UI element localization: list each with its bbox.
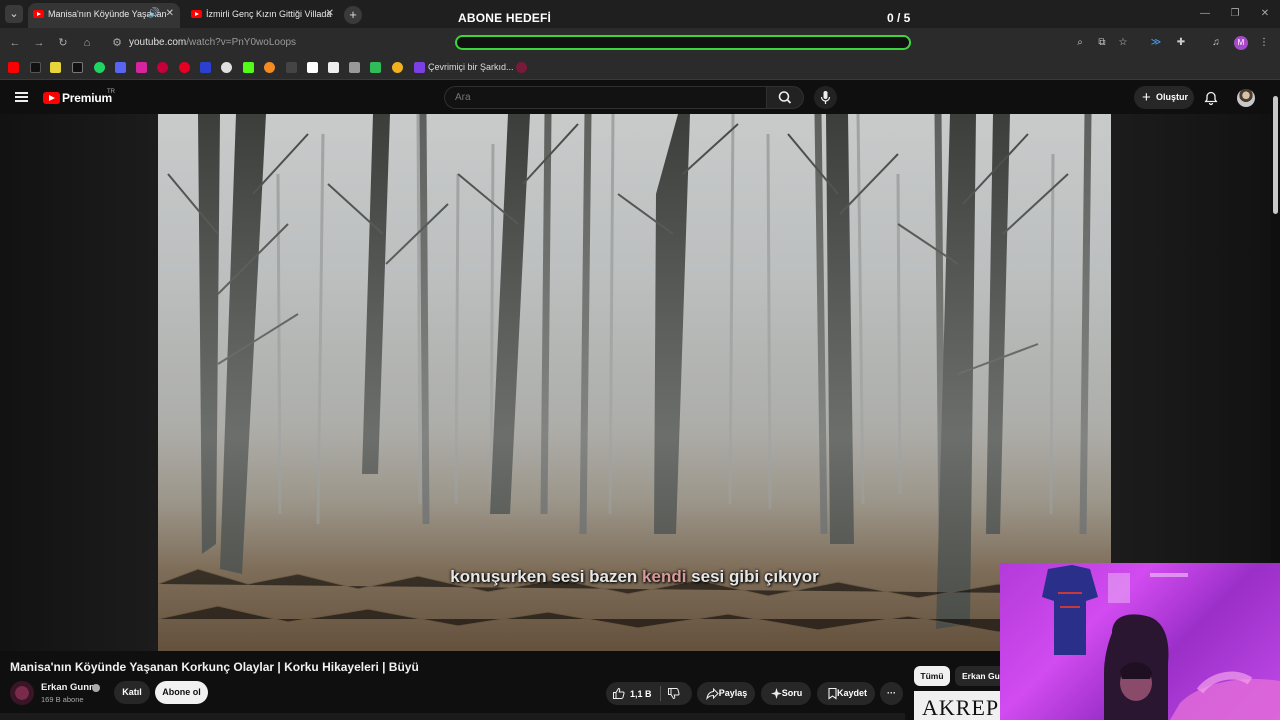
voice-search-button[interactable] [814, 86, 837, 109]
ambient-left [0, 114, 158, 651]
bookmark-kick-icon[interactable] [243, 62, 254, 73]
join-button[interactable]: Katıl [114, 681, 150, 704]
create-button[interactable]: Oluştur [1134, 86, 1194, 109]
bookmark-orange-icon[interactable] [264, 62, 275, 73]
save-icon [828, 687, 837, 700]
search-button[interactable] [766, 86, 804, 109]
bookmark-youtube-icon[interactable] [8, 62, 19, 73]
bookmark-blue-icon[interactable] [200, 62, 211, 73]
back-icon[interactable]: ← [8, 36, 22, 50]
subscriber-count: 169 B abone [41, 695, 84, 704]
like-divider [660, 686, 661, 701]
speaker-icon[interactable]: 🔊 [148, 3, 160, 25]
youtube-favicon-icon [191, 10, 202, 18]
ask-button[interactable]: Soru [761, 682, 811, 705]
tab-title: İzmirli Genç Kızın Gittiği Villada [206, 9, 332, 19]
bookmark-red-icon[interactable] [157, 62, 168, 73]
bookmark-spotify-icon[interactable] [94, 62, 105, 73]
video-subtitle: konuşurken sesi bazen kendi sesi gibi çı… [158, 567, 1111, 587]
video-player[interactable]: konuşurken sesi bazen kendi sesi gibi çı… [158, 114, 1111, 651]
channel-name[interactable]: Erkan Gunn [41, 682, 95, 693]
subtitle-part-2: sesi gibi çıkıyor [686, 567, 819, 586]
bookmark-discord-icon[interactable] [115, 62, 126, 73]
close-tab-icon[interactable]: ✕ [166, 3, 174, 25]
video-title: Manisa'nın Köyünde Yaşanan Korkunç Olayl… [10, 660, 419, 674]
more-actions-button[interactable]: ··· [880, 682, 903, 705]
scrollbar-thumb[interactable] [1273, 96, 1278, 214]
zoom-icon[interactable]: ⌕ [1074, 37, 1086, 49]
share-label: Paylaş [718, 688, 748, 698]
search-icon [778, 91, 792, 104]
bookmark-grey-icon[interactable] [349, 62, 360, 73]
youtube-region-code: TR [107, 89, 115, 95]
reload-icon[interactable]: ↻ [56, 36, 70, 50]
like-count: 1,1 B [630, 689, 652, 699]
tab-izmirli[interactable]: İzmirli Genç Kızın Gittiği Villada ✕ [186, 3, 340, 28]
youtube-logo-icon[interactable] [43, 92, 60, 104]
microphone-icon [820, 91, 831, 104]
subscriber-goal-title: ABONE HEDEFİ [458, 11, 552, 25]
extension-icon[interactable]: ≫ [1150, 37, 1162, 49]
share-icon [706, 687, 719, 700]
notifications-bell-icon[interactable] [1203, 90, 1219, 106]
hamburger-menu-icon[interactable] [15, 92, 28, 102]
subtitle-highlight: kendi [642, 567, 687, 586]
bookmark-green-icon[interactable] [370, 62, 381, 73]
channel-avatar[interactable] [10, 681, 34, 705]
new-tab-button[interactable]: + [344, 6, 362, 24]
bottom-strip [0, 713, 905, 720]
youtube-favicon-icon [33, 10, 44, 18]
media-controls-icon[interactable]: ♫ [1210, 37, 1222, 49]
install-app-icon[interactable]: ⧉ [1096, 37, 1108, 49]
tab-manisa[interactable]: Manisa'nın Köyünde Yaşanan 🔊 ✕ [28, 3, 180, 28]
save-label: Kaydet [836, 688, 867, 698]
search-input[interactable] [444, 86, 766, 109]
close-tab-icon[interactable]: ✕ [326, 3, 334, 25]
url-path: /watch?v=PnY0woLoops [186, 37, 297, 48]
url-domain: youtube.com [129, 37, 187, 48]
recommended-thumbnail[interactable]: AKREP [914, 691, 1004, 720]
url-field[interactable]: youtube.com/watch?v=PnY0woLoops [129, 37, 296, 48]
close-window-button[interactable]: ✕ [1245, 0, 1280, 28]
bookmark-s-icon[interactable] [50, 62, 61, 73]
bookmark-instagram-icon[interactable] [136, 62, 147, 73]
subtitle-part-1: konuşurken sesi bazen [450, 567, 643, 586]
youtube-logo-text[interactable]: Premium [62, 91, 112, 105]
bookmark-label[interactable]: Çevrimiçi bir Şarkıd... [428, 62, 514, 72]
site-info-icon[interactable]: ⚙ [110, 36, 124, 50]
subscriber-goal-progress-bar [455, 35, 911, 50]
chip-channel[interactable]: Erkan Gunn [955, 666, 1005, 686]
bookmark-pinterest-icon[interactable] [179, 62, 190, 73]
bookmarks-bar [0, 58, 1280, 80]
bookmark-star-icon[interactable]: ☆ [1117, 37, 1129, 49]
bookmark-white-icon[interactable] [328, 62, 339, 73]
home-icon[interactable]: ⌂ [80, 36, 94, 50]
browser-menu-icon[interactable]: ⋮ [1258, 37, 1270, 49]
forward-icon[interactable]: → [32, 36, 46, 50]
bookmark-gmail-icon[interactable] [307, 62, 318, 73]
bookmark-last-icon[interactable] [516, 62, 527, 73]
subscriber-goal-count: 0 / 5 [887, 11, 911, 25]
extensions-puzzle-icon[interactable]: ✚ [1175, 37, 1187, 49]
ask-label: Soru [781, 688, 803, 698]
share-button[interactable]: Paylaş [697, 682, 755, 705]
bookmark-tiktok-icon[interactable] [30, 62, 41, 73]
bookmark-dark-icon[interactable] [286, 62, 297, 73]
streamer-webcam [1000, 563, 1280, 720]
sparkle-icon [771, 688, 782, 699]
chip-all[interactable]: Tümü [914, 666, 950, 686]
bookmark-x-icon[interactable] [72, 62, 83, 73]
like-icon[interactable] [612, 687, 625, 700]
dislike-icon[interactable] [667, 687, 680, 700]
bookmark-chatgpt-icon[interactable] [221, 62, 232, 73]
webcam-scene [1042, 565, 1280, 720]
bookmark-music-icon[interactable] [414, 62, 425, 73]
tab-search-menu-icon[interactable]: ⌄ [5, 5, 23, 23]
subscribe-button[interactable]: Abone ol [155, 681, 208, 704]
verified-badge-icon [92, 684, 100, 692]
bookmark-yellow-icon[interactable] [392, 62, 403, 73]
save-button[interactable]: Kaydet [817, 682, 875, 705]
profile-avatar[interactable]: M [1234, 36, 1248, 50]
account-avatar[interactable] [1237, 89, 1255, 107]
